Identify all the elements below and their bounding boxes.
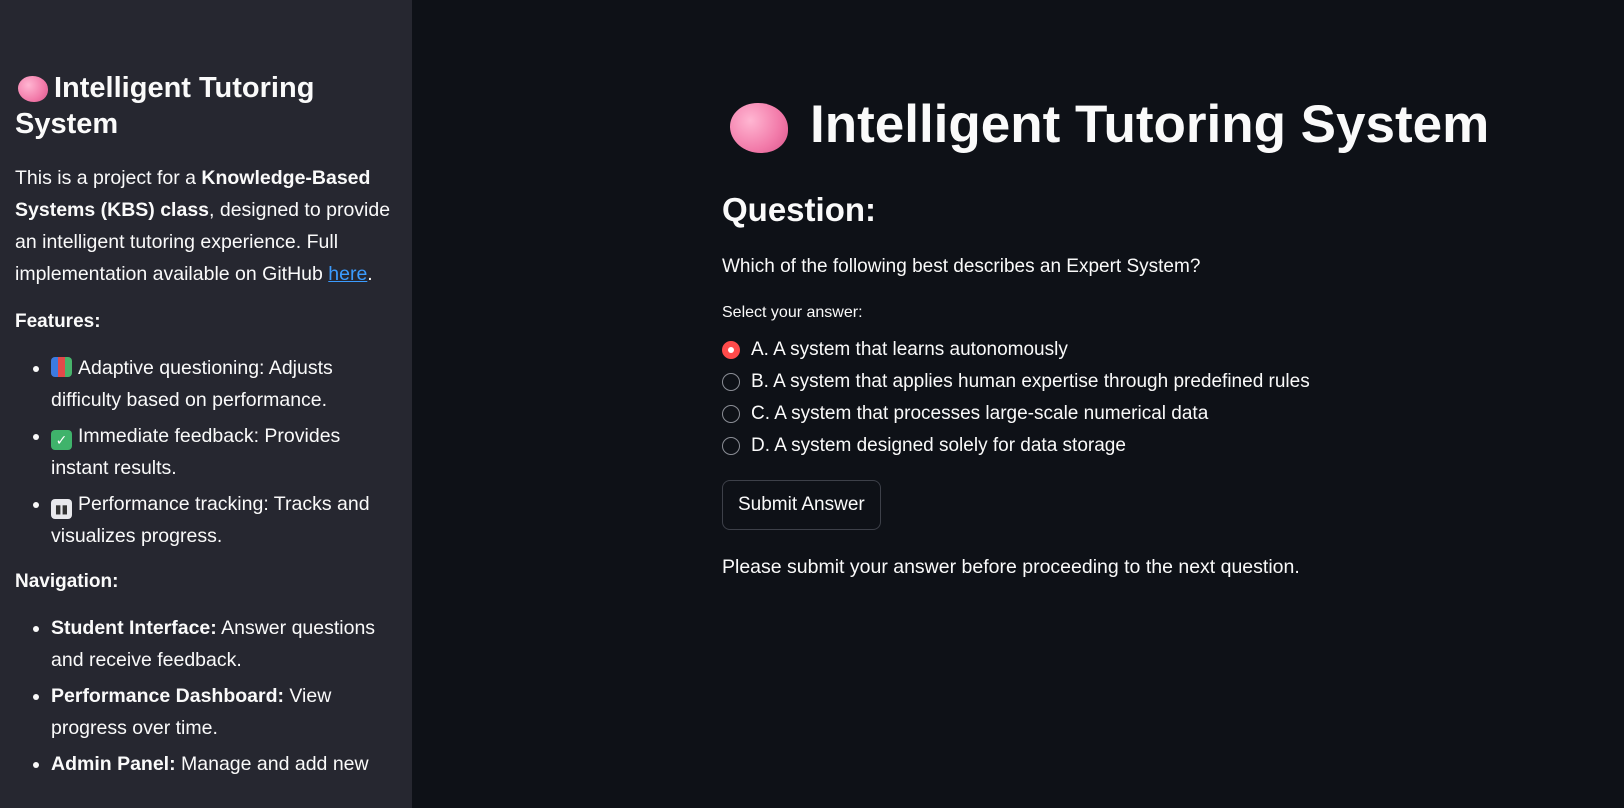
navigation-item-description: Manage and add new [175, 753, 369, 775]
brain-icon [18, 76, 48, 103]
app-root: Intelligent Tutoring System This is a pr… [0, 0, 1624, 808]
navigation-item-name: Performance Dashboard: [51, 685, 284, 707]
feature-item: ▮▮Performance tracking: Tracks and visua… [51, 488, 392, 552]
answer-option-d[interactable]: D. A system designed solely for data sto… [722, 430, 1522, 462]
answer-option-label: D. A system designed solely for data sto… [751, 435, 1126, 456]
answer-option-a[interactable]: A. A system that learns autonomously [722, 334, 1522, 366]
sidebar-title-text: Intelligent Tutoring System [15, 72, 315, 140]
radio-button[interactable] [722, 373, 740, 391]
question-heading: Question: [722, 191, 876, 228]
navigation-item: Performance Dashboard: View progress ove… [51, 680, 392, 744]
page-title-text: Intelligent Tutoring System [810, 95, 1490, 154]
submit-answer-button[interactable]: Submit Answer [722, 480, 881, 530]
bar-chart-icon: ▮▮ [51, 499, 72, 519]
brain-icon [730, 103, 788, 153]
sidebar-title: Intelligent Tutoring System [15, 70, 392, 142]
intro-text-start: This is a project for a [15, 167, 202, 189]
radio-button[interactable] [722, 437, 740, 455]
answer-option-label: B. A system that applies human expertise… [751, 371, 1310, 392]
question-text: Which of the following best describes an… [722, 256, 1201, 277]
feature-label: Adaptive questioning: Adjusts difficulty… [51, 357, 333, 411]
submit-note: Please submit your answer before proceed… [722, 556, 1300, 578]
page-title: Intelligent Tutoring System [722, 90, 1522, 160]
features-list: Adaptive questioning: Adjusts difficulty… [15, 352, 392, 552]
main-container: Intelligent Tutoring System Question: Wh… [722, 90, 1522, 580]
features-heading: Features: [15, 311, 101, 332]
sidebar-intro: This is a project for a Knowledge-Based … [15, 162, 392, 290]
answer-option-label: A. A system that learns autonomously [751, 339, 1068, 360]
check-mark-icon: ✓ [51, 430, 72, 450]
answer-radio-group: A. A system that learns autonomously B. … [722, 334, 1522, 462]
main-content: Intelligent Tutoring System Question: Wh… [412, 0, 1624, 808]
navigation-item-name: Admin Panel: [51, 753, 176, 775]
radio-button-selected[interactable] [722, 341, 740, 359]
feature-item: ✓Immediate feedback: Provides instant re… [51, 420, 392, 484]
answer-option-label: C. A system that processes large-scale n… [751, 403, 1209, 424]
feature-item: Adaptive questioning: Adjusts difficulty… [51, 352, 392, 416]
navigation-item: Admin Panel: Manage and add new [51, 748, 392, 780]
navigation-item: Student Interface: Answer questions and … [51, 612, 392, 676]
books-icon [51, 357, 72, 377]
intro-text-end: . [367, 263, 373, 285]
feature-label: Immediate feedback: Provides instant res… [51, 425, 341, 479]
navigation-list: Student Interface: Answer questions and … [15, 612, 392, 780]
navigation-heading: Navigation: [15, 571, 119, 592]
sidebar: Intelligent Tutoring System This is a pr… [0, 0, 412, 808]
answer-option-b[interactable]: B. A system that applies human expertise… [722, 366, 1522, 398]
answer-select-label: Select your answer: [722, 304, 863, 321]
radio-button[interactable] [722, 405, 740, 423]
navigation-item-name: Student Interface: [51, 617, 217, 639]
github-link[interactable]: here [328, 263, 367, 285]
feature-label: Performance tracking: Tracks and visuali… [51, 493, 370, 547]
answer-option-c[interactable]: C. A system that processes large-scale n… [722, 398, 1522, 430]
